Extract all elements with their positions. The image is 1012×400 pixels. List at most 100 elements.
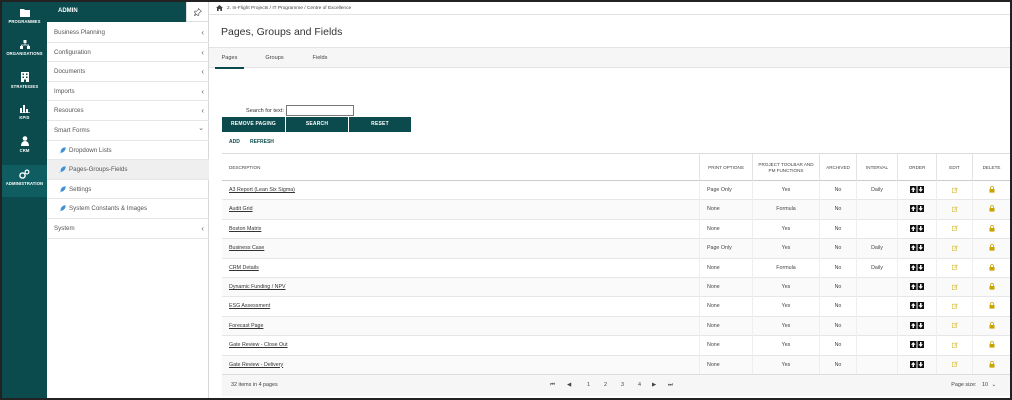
rail-item-administration[interactable]: ADMINISTRATION <box>2 165 47 197</box>
row-description-link[interactable]: Forecast Page <box>222 317 699 336</box>
column-header-print-options[interactable]: PRINT OPTIONS <box>699 154 752 182</box>
search-button[interactable]: SEARCH <box>286 117 348 132</box>
lock-icon[interactable] <box>989 186 995 193</box>
row-description-link[interactable]: Business Case <box>222 239 699 258</box>
move-down-icon[interactable] <box>917 244 925 252</box>
move-down-icon[interactable] <box>917 205 925 213</box>
move-down-icon[interactable] <box>917 360 925 368</box>
breadcrumb-path[interactable]: 2. In-Flight Projects / IT Programme / C… <box>227 6 351 11</box>
edit-icon[interactable] <box>951 206 958 212</box>
page-1-link[interactable]: 1 <box>587 382 590 388</box>
sidebar-item-settings[interactable]: Settings <box>47 180 209 200</box>
rail-item-programmes[interactable]: PROGRAMMES <box>2 8 47 38</box>
sidebar-item-smart-forms[interactable]: Smart Forms ⌄ <box>47 121 209 141</box>
home-icon[interactable] <box>216 5 223 11</box>
move-down-icon[interactable] <box>917 186 925 194</box>
next-page-icon[interactable]: ▶ <box>652 382 656 388</box>
column-header-description[interactable]: DESCRIPTION <box>222 154 699 182</box>
search-input[interactable] <box>286 105 354 116</box>
move-up-icon[interactable] <box>910 263 917 271</box>
move-down-icon[interactable] <box>917 224 925 232</box>
page-2-link[interactable]: 2 <box>604 382 607 388</box>
move-up-icon[interactable] <box>910 244 917 252</box>
edit-icon[interactable] <box>951 225 958 232</box>
sidebar-item-resources[interactable]: Resources ‹ <box>47 101 209 121</box>
sidebar-item-imports[interactable]: Imports ‹ <box>47 82 209 102</box>
page-3-link[interactable]: 3 <box>621 382 624 388</box>
edit-icon[interactable] <box>951 187 958 193</box>
edit-icon[interactable] <box>951 303 958 309</box>
page-size-control[interactable]: Page size: 10 ⌄ <box>951 382 996 388</box>
lock-icon[interactable] <box>989 225 995 232</box>
row-description-link[interactable]: CRM Details <box>222 259 699 278</box>
lock-icon[interactable] <box>989 263 995 271</box>
rail-item-organisations[interactable]: ORGANISATIONS <box>2 40 47 70</box>
lock-icon[interactable] <box>989 322 995 329</box>
move-down-icon[interactable] <box>917 263 925 271</box>
edit-icon[interactable] <box>951 264 958 271</box>
lock-icon[interactable] <box>989 283 995 290</box>
edit-icon[interactable] <box>951 284 958 290</box>
rail-item-kpis[interactable]: KPIS <box>2 104 47 134</box>
pin-icon <box>194 8 202 16</box>
column-header-project-toolbar[interactable]: PROJECT TOOLBAR AND PM FUNCTIONS <box>752 154 819 182</box>
first-page-icon[interactable]: ⏮ <box>550 382 555 389</box>
prev-page-icon[interactable]: ◀ <box>567 382 571 388</box>
lock-icon[interactable] <box>989 302 995 310</box>
move-up-icon[interactable] <box>910 321 917 329</box>
reset-button[interactable]: RESET <box>349 117 411 132</box>
column-header-archived[interactable]: ARCHIVED <box>819 154 856 182</box>
rail-item-crm[interactable]: CRM <box>2 136 47 166</box>
column-header-interval[interactable]: INTERVAL <box>856 154 897 182</box>
move-up-icon[interactable] <box>910 302 917 310</box>
refresh-link[interactable]: REFRESH <box>250 139 274 145</box>
tab-fields[interactable]: Fields <box>305 48 335 69</box>
tab-groups[interactable]: Groups <box>257 48 292 69</box>
move-up-icon[interactable] <box>910 224 917 232</box>
edit-icon[interactable] <box>951 361 958 368</box>
sidebar-item-configuration[interactable]: Configuration ‹ <box>47 43 209 63</box>
sidebar-item-system[interactable]: System ‹ <box>47 219 209 239</box>
move-up-icon[interactable] <box>910 283 917 291</box>
edit-icon[interactable] <box>951 342 958 348</box>
sidebar-item-documents[interactable]: Documents ‹ <box>47 62 209 82</box>
move-down-icon[interactable] <box>917 302 925 310</box>
row-archived: No <box>819 336 856 356</box>
row-description-link[interactable]: ESG Assessment <box>222 297 699 316</box>
row-description-link[interactable]: Boston Matrix <box>222 220 699 239</box>
row-description-link[interactable]: Dynamic Funding / NPV <box>222 278 699 297</box>
move-down-icon[interactable] <box>917 283 925 291</box>
tab-pages[interactable]: Pages <box>215 48 244 69</box>
row-delete <box>972 239 1010 259</box>
row-description-link[interactable]: A3 Report (Lean Six Sigma) <box>222 181 699 200</box>
table-row: Gate Review - Delivery None Yes No <box>222 355 1010 375</box>
sidebar-item-pages-groups-fields[interactable]: Pages-Groups-Fields <box>47 160 209 180</box>
move-down-icon[interactable] <box>917 321 925 329</box>
pin-button[interactable] <box>186 2 208 22</box>
move-up-icon[interactable] <box>910 205 917 213</box>
sidebar-item-dropdown-lists[interactable]: Dropdown Lists <box>47 141 209 161</box>
lock-icon[interactable] <box>989 360 995 368</box>
sidebar-item-system-constants-images[interactable]: System Constants & Images <box>47 199 209 219</box>
lock-icon[interactable] <box>989 244 995 251</box>
search-label: Search for text: <box>246 108 284 114</box>
remove-paging-button[interactable]: REMOVE PAGING <box>222 117 285 132</box>
row-order <box>897 316 936 337</box>
edit-icon[interactable] <box>951 245 958 251</box>
move-up-icon[interactable] <box>910 360 917 368</box>
edit-icon[interactable] <box>951 322 958 329</box>
last-page-icon[interactable]: ⏭ <box>668 382 673 389</box>
move-down-icon[interactable] <box>917 341 925 349</box>
move-up-icon[interactable] <box>910 186 917 194</box>
row-description-link[interactable]: Gate Review - Delivery <box>222 356 699 375</box>
lock-icon[interactable] <box>989 205 995 213</box>
row-description-link[interactable]: Audit Grid <box>222 200 699 219</box>
lock-icon[interactable] <box>989 341 995 348</box>
move-up-icon[interactable] <box>910 341 917 349</box>
page-4-link[interactable]: 4 <box>638 382 641 388</box>
chevron-down-icon: ⌄ <box>991 382 996 388</box>
row-description-link[interactable]: Gate Review - Close Out <box>222 336 699 355</box>
add-link[interactable]: ADD <box>229 139 240 145</box>
sidebar-item-business-planning[interactable]: Business Planning ‹ <box>47 23 209 43</box>
rail-item-strategies[interactable]: STRATEGIES <box>2 72 47 102</box>
